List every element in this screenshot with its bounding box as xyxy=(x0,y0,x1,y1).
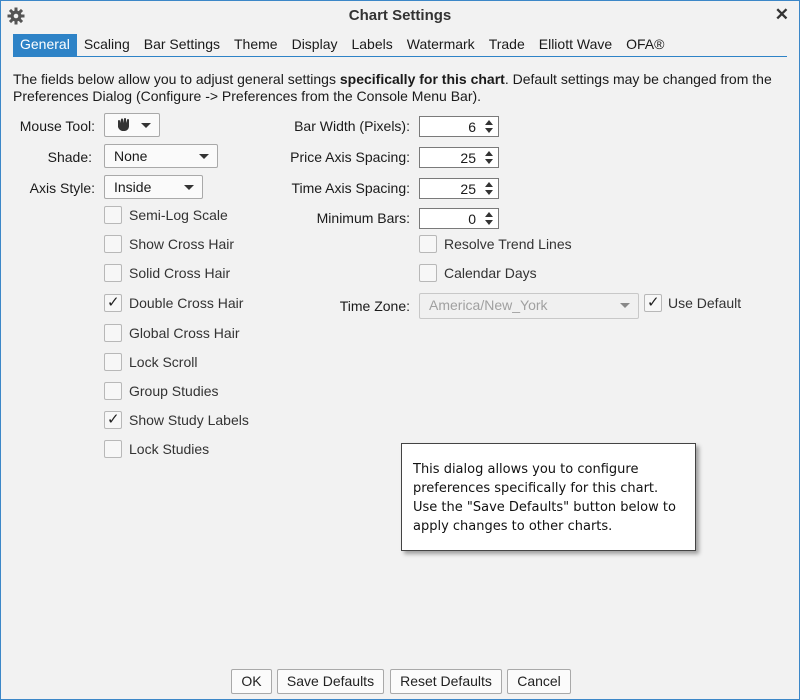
spinner-down-icon[interactable] xyxy=(485,159,493,164)
checkbox-label: Lock Studies xyxy=(129,441,210,457)
checkbox-label: Show Study Labels xyxy=(129,412,249,428)
checkbox-label: Resolve Trend Lines xyxy=(444,236,572,252)
hand-icon xyxy=(118,118,129,131)
time-zone-value: America/New_York xyxy=(429,297,548,313)
checkbox-box[interactable] xyxy=(419,235,437,253)
checkbox-box[interactable]: ✓ xyxy=(104,411,122,429)
checkbox-box[interactable] xyxy=(104,235,122,253)
bar-width-label: Bar Width (Pixels): xyxy=(294,118,410,134)
tab-watermark[interactable]: Watermark xyxy=(400,34,482,56)
tab-elliott-wave[interactable]: Elliott Wave xyxy=(532,34,619,56)
price-axis-spacing-spinner[interactable]: 25 xyxy=(419,147,499,168)
checkbox-label: Double Cross Hair xyxy=(129,295,244,311)
double-cross-hair-checkbox[interactable]: ✓ Double Cross Hair xyxy=(104,294,243,312)
spinner-up-icon[interactable] xyxy=(485,182,493,187)
checkbox-box[interactable] xyxy=(104,206,122,224)
chevron-down-icon xyxy=(141,123,151,128)
spinner-down-icon[interactable] xyxy=(485,128,493,133)
close-icon[interactable]: ✕ xyxy=(775,5,789,25)
time-zone-dropdown[interactable]: America/New_York xyxy=(419,293,639,319)
lock-scroll-checkbox[interactable]: Lock Scroll xyxy=(104,353,197,371)
time-axis-spacing-label: Time Axis Spacing: xyxy=(291,180,410,196)
chevron-down-icon xyxy=(620,303,630,308)
minimum-bars-label: Minimum Bars: xyxy=(316,210,410,226)
minimum-bars-value: 0 xyxy=(468,211,476,227)
tab-ofa[interactable]: OFA® xyxy=(619,34,671,56)
checkbox-label: Semi-Log Scale xyxy=(129,207,228,223)
time-axis-spacing-spinner[interactable]: 25 xyxy=(419,178,499,199)
group-studies-checkbox[interactable]: Group Studies xyxy=(104,382,219,400)
mouse-tool-dropdown[interactable] xyxy=(104,113,160,137)
chart-settings-dialog: Chart Settings ✕ General Scaling Bar Set… xyxy=(0,0,800,700)
minimum-bars-spinner[interactable]: 0 xyxy=(419,208,499,229)
global-cross-hair-checkbox[interactable]: Global Cross Hair xyxy=(104,324,239,342)
checkbox-box[interactable] xyxy=(419,264,437,282)
semi-log-scale-checkbox[interactable]: Semi-Log Scale xyxy=(104,206,228,224)
checkbox-label: Lock Scroll xyxy=(129,354,198,370)
spinner-up-icon[interactable] xyxy=(485,212,493,217)
resolve-trend-lines-checkbox[interactable]: Resolve Trend Lines xyxy=(419,235,572,253)
bar-width-value: 6 xyxy=(468,119,476,135)
checkbox-label: Group Studies xyxy=(129,383,219,399)
tab-trade[interactable]: Trade xyxy=(482,34,532,56)
title-bar: Chart Settings ✕ xyxy=(1,1,799,31)
axis-style-label: Axis Style: xyxy=(29,180,95,196)
dialog-title: Chart Settings xyxy=(348,7,452,24)
check-icon: ✓ xyxy=(107,294,120,311)
reset-defaults-button[interactable]: Reset Defaults xyxy=(390,669,502,694)
tab-underline xyxy=(13,56,787,57)
ok-button[interactable]: OK xyxy=(231,669,272,694)
bar-width-spinner[interactable]: 6 xyxy=(419,116,499,137)
checkbox-box[interactable] xyxy=(104,353,122,371)
axis-style-dropdown[interactable]: Inside xyxy=(104,175,203,199)
time-axis-spacing-value: 25 xyxy=(460,181,476,197)
show-cross-hair-checkbox[interactable]: Show Cross Hair xyxy=(104,235,234,253)
tab-theme[interactable]: Theme xyxy=(227,34,285,56)
save-defaults-button[interactable]: Save Defaults xyxy=(277,669,384,694)
description-bold: specifically for this chart xyxy=(339,71,505,87)
spinner-down-icon[interactable] xyxy=(485,190,493,195)
checkbox-box[interactable] xyxy=(104,324,122,342)
lock-studies-checkbox[interactable]: Lock Studies xyxy=(104,440,209,458)
checkbox-label: Show Cross Hair xyxy=(129,236,235,252)
checkbox-label: Global Cross Hair xyxy=(129,325,240,341)
time-zone-label: Time Zone: xyxy=(339,298,410,314)
calendar-days-checkbox[interactable]: Calendar Days xyxy=(419,264,537,282)
use-default-checkbox[interactable]: ✓ Use Default xyxy=(644,294,741,312)
checkbox-label: Solid Cross Hair xyxy=(129,265,231,281)
spinner-down-icon[interactable] xyxy=(485,220,493,225)
checkbox-box[interactable] xyxy=(104,382,122,400)
shade-value: None xyxy=(114,148,148,164)
shade-label: Shade: xyxy=(47,149,92,165)
check-icon: ✓ xyxy=(107,411,120,428)
spinner-up-icon[interactable] xyxy=(485,151,493,156)
tab-bar-settings[interactable]: Bar Settings xyxy=(137,34,227,56)
price-axis-spacing-label: Price Axis Spacing: xyxy=(290,149,410,165)
tab-labels[interactable]: Labels xyxy=(344,34,399,56)
description-text: The fields below allow you to adjust gen… xyxy=(13,71,789,105)
checkbox-label: Use Default xyxy=(668,295,742,311)
tab-display[interactable]: Display xyxy=(285,34,345,56)
cancel-button[interactable]: Cancel xyxy=(507,669,571,694)
shade-dropdown[interactable]: None xyxy=(104,144,218,168)
tab-general[interactable]: General xyxy=(13,34,77,56)
check-icon: ✓ xyxy=(647,294,660,311)
spinner-up-icon[interactable] xyxy=(485,120,493,125)
tab-scaling[interactable]: Scaling xyxy=(77,34,137,56)
description-part1: The fields below allow you to adjust gen… xyxy=(13,71,340,87)
solid-cross-hair-checkbox[interactable]: Solid Cross Hair xyxy=(104,264,230,282)
chevron-down-icon xyxy=(184,185,194,190)
checkbox-box[interactable]: ✓ xyxy=(644,294,662,312)
show-study-labels-checkbox[interactable]: ✓ Show Study Labels xyxy=(104,411,249,429)
tab-bar: General Scaling Bar Settings Theme Displ… xyxy=(13,34,671,56)
axis-style-value: Inside xyxy=(114,179,152,195)
checkbox-box[interactable] xyxy=(104,264,122,282)
checkbox-box[interactable] xyxy=(104,440,122,458)
checkbox-label: Calendar Days xyxy=(444,265,537,281)
mouse-tool-label: Mouse Tool: xyxy=(19,118,95,134)
chevron-down-icon xyxy=(199,154,209,159)
checkbox-box[interactable]: ✓ xyxy=(104,294,122,312)
info-tooltip: This dialog allows you to configure pref… xyxy=(401,443,696,551)
price-axis-spacing-value: 25 xyxy=(460,150,476,166)
